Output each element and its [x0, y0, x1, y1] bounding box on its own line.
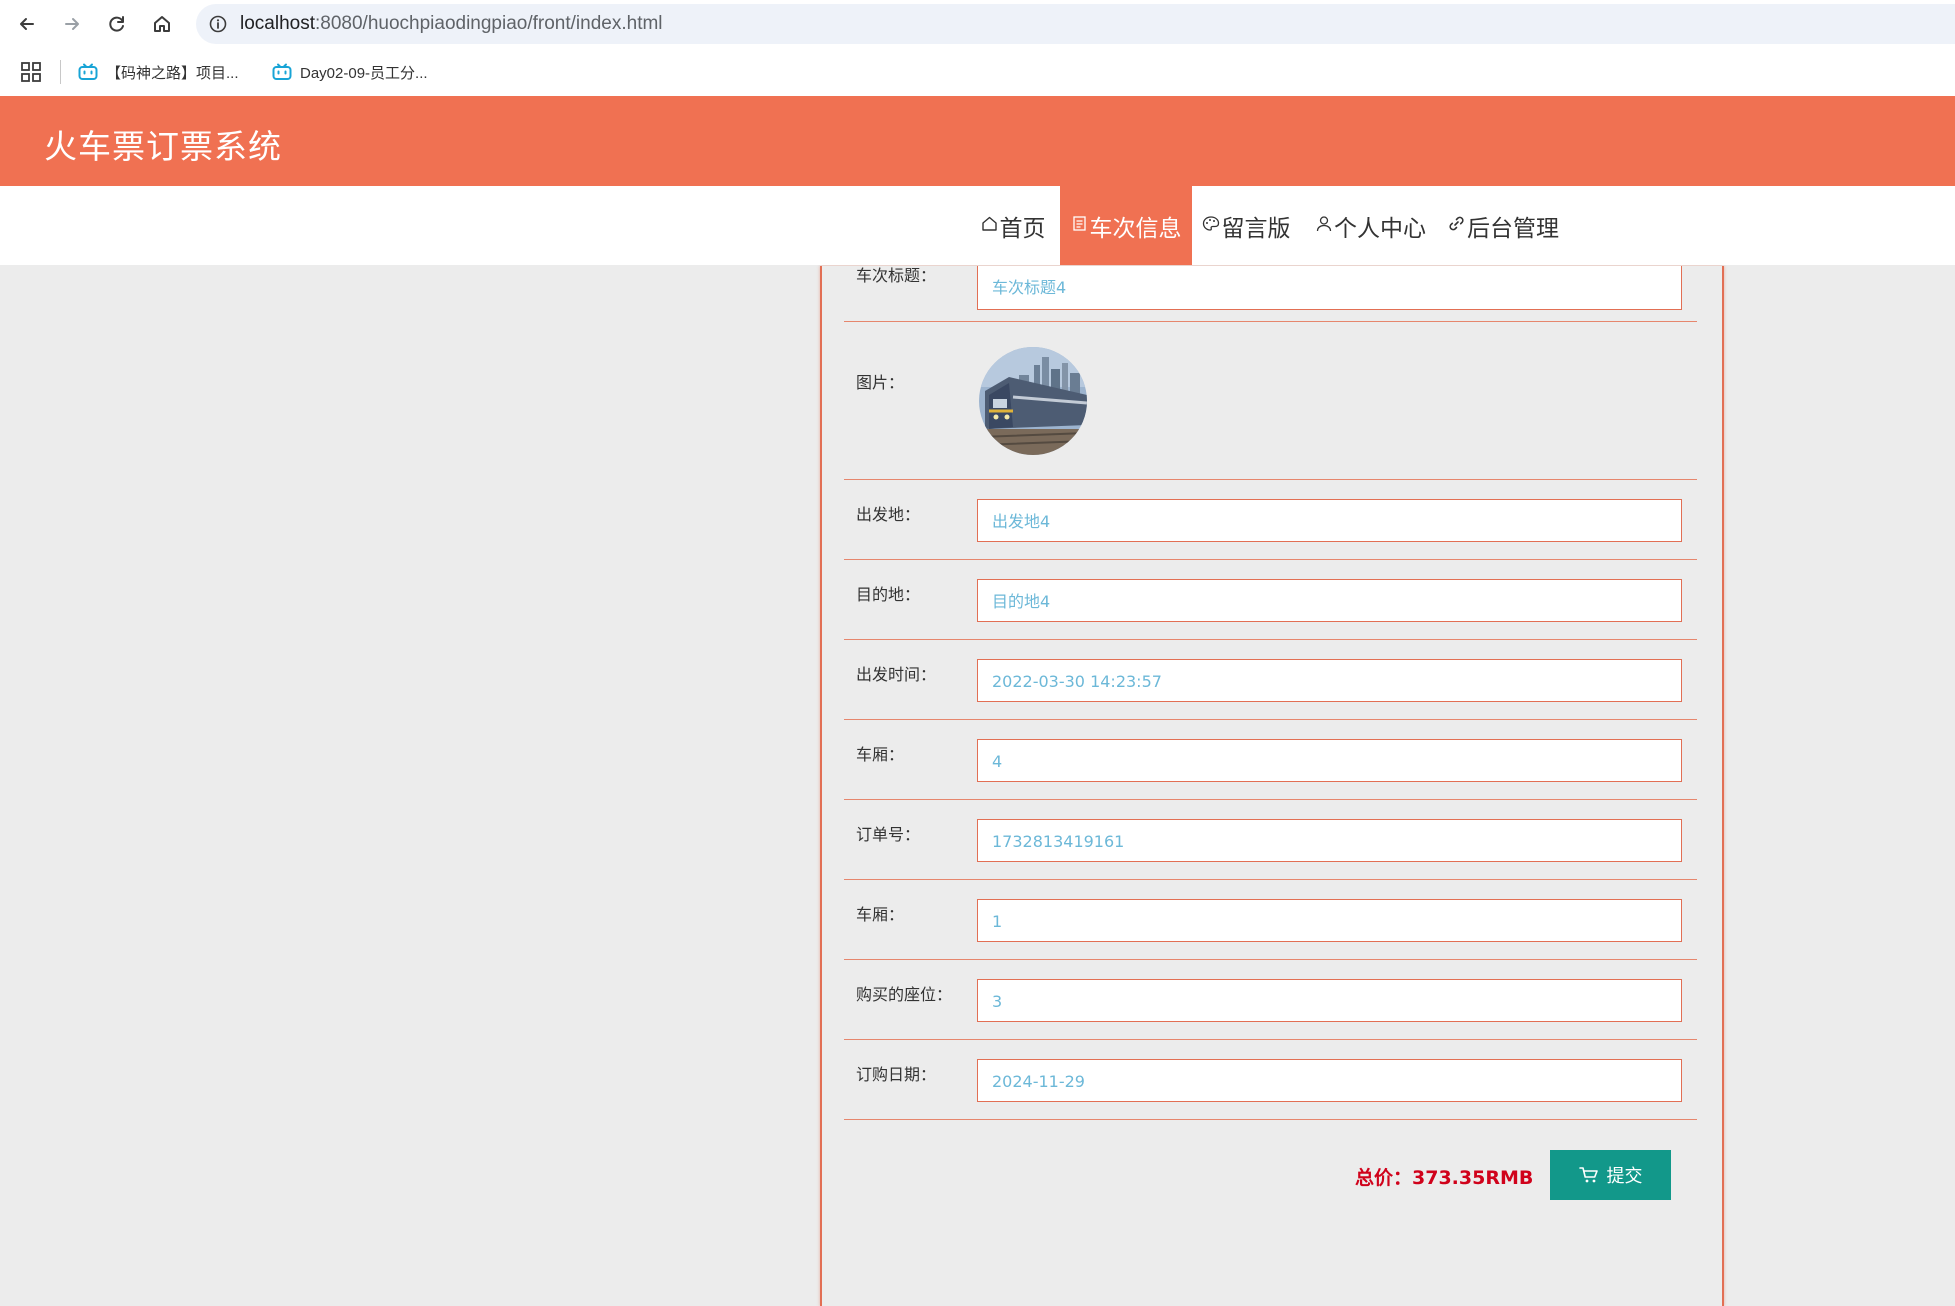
carriage-count-input[interactable]: 4: [977, 739, 1682, 782]
user-icon: [1316, 215, 1332, 237]
document-icon: [1071, 215, 1088, 237]
home-icon: [981, 215, 998, 237]
booking-form: 车次标题： 车次标题4 图片： 出发地： 出发地4 目的地： 目的地4 出发时间…: [820, 266, 1724, 1306]
field-label: 出发地：: [856, 505, 921, 524]
reload-button[interactable]: [101, 8, 133, 40]
field-label: 车厢：: [856, 745, 905, 764]
bilibili-icon: [272, 63, 292, 80]
apps-grid-icon[interactable]: [20, 61, 42, 83]
order-date-input[interactable]: 2024-11-29: [977, 1059, 1682, 1102]
field-label: 购买的座位：: [856, 985, 953, 1004]
field-label: 车次标题：: [856, 266, 937, 285]
form-row-departure-time: 出发时间： 2022-03-30 14:23:57: [844, 639, 1697, 720]
bookmark-item[interactable]: 【码神之路】项目...: [78, 58, 239, 86]
home-button[interactable]: [146, 8, 178, 40]
url-path: :8080/huochpiaodingpiao/front/index.html: [315, 13, 663, 34]
bilibili-icon: [78, 63, 98, 80]
train-title-input[interactable]: 车次标题4: [977, 266, 1682, 310]
app-header: 火车票订票系统: [0, 96, 1955, 186]
nav-label: 首页: [999, 215, 1046, 242]
bookmark-label: 【码神之路】项目...: [106, 64, 239, 82]
seat-input[interactable]: 3: [977, 979, 1682, 1022]
field-label: 出发时间：: [856, 665, 937, 684]
url-text: localhost:8080/huochpiaodingpiao/front/i…: [240, 13, 663, 35]
forward-button[interactable]: [56, 8, 88, 40]
departure-input[interactable]: 出发地4: [977, 499, 1682, 542]
nav-item-admin[interactable]: 后台管理: [1446, 186, 1561, 265]
nav-label: 后台管理: [1467, 215, 1559, 242]
nav-item-train-info[interactable]: 车次信息: [1060, 186, 1192, 265]
arrow-right-icon: [65, 18, 79, 30]
form-row-carriage-count: 车厢： 4: [844, 719, 1697, 800]
bookmarks-separator: [60, 60, 61, 84]
main-nav: 首页 车次信息 留言版 个人中心 后台管理: [0, 186, 1955, 265]
submit-button[interactable]: 提交: [1550, 1150, 1671, 1200]
address-bar[interactable]: localhost:8080/huochpiaodingpiao/front/i…: [196, 4, 1955, 44]
nav-item-home[interactable]: 首页: [978, 186, 1048, 265]
app-title: 火车票订票系统: [44, 127, 282, 166]
arrow-left-icon: [20, 18, 34, 30]
field-label: 目的地：: [856, 585, 921, 604]
bookmark-label: Day02-09-员工分...: [300, 64, 428, 82]
field-label: 图片：: [856, 373, 905, 392]
site-info-icon[interactable]: [208, 14, 228, 34]
home-icon: [154, 16, 170, 32]
form-row-order-number: 订单号： 1732813419161: [844, 799, 1697, 880]
field-label: 订单号：: [856, 825, 921, 844]
main-content: 车次标题： 车次标题4 图片： 出发地： 出发地4 目的地： 目的地4 出发时间…: [0, 186, 1955, 1306]
form-row-seat: 购买的座位： 3: [844, 959, 1697, 1040]
form-row-order-date: 订购日期： 2024-11-29: [844, 1039, 1697, 1120]
bookmark-item[interactable]: Day02-09-员工分...: [272, 58, 428, 86]
nav-label: 车次信息: [1089, 215, 1182, 242]
form-row-carriage: 车厢： 1: [844, 879, 1697, 960]
browser-toolbar: localhost:8080/huochpiaodingpiao/front/i…: [0, 0, 1955, 48]
nav-item-message-board[interactable]: 留言版: [1200, 186, 1292, 265]
form-row-image: 图片：: [844, 321, 1697, 480]
cart-icon: [1578, 1167, 1598, 1183]
nav-label: 留言版: [1221, 215, 1291, 242]
back-button[interactable]: [11, 8, 43, 40]
form-row-destination: 目的地： 目的地4: [844, 559, 1697, 640]
total-price: 总价：373.35RMB: [1355, 1167, 1534, 1189]
form-row-departure: 出发地： 出发地4: [844, 479, 1697, 560]
palette-icon: [1202, 215, 1220, 237]
form-row-title: 车次标题： 车次标题4: [844, 266, 1697, 322]
nav-label: 个人中心: [1334, 215, 1426, 242]
nav-item-personal-center[interactable]: 个人中心: [1314, 186, 1428, 265]
order-number-input[interactable]: 1732813419161: [977, 819, 1682, 862]
reload-icon: [109, 16, 124, 32]
carriage-input[interactable]: 1: [977, 899, 1682, 942]
bookmarks-bar: 【码神之路】项目... Day02-09-员工分...: [0, 48, 1955, 96]
url-host: localhost: [240, 13, 315, 34]
destination-input[interactable]: 目的地4: [977, 579, 1682, 622]
link-icon: [1448, 215, 1465, 237]
field-label: 订购日期：: [856, 1065, 937, 1084]
submit-label: 提交: [1606, 1166, 1643, 1187]
departure-time-input[interactable]: 2022-03-30 14:23:57: [977, 659, 1682, 702]
train-photo: [979, 347, 1087, 455]
field-label: 车厢：: [856, 905, 905, 924]
